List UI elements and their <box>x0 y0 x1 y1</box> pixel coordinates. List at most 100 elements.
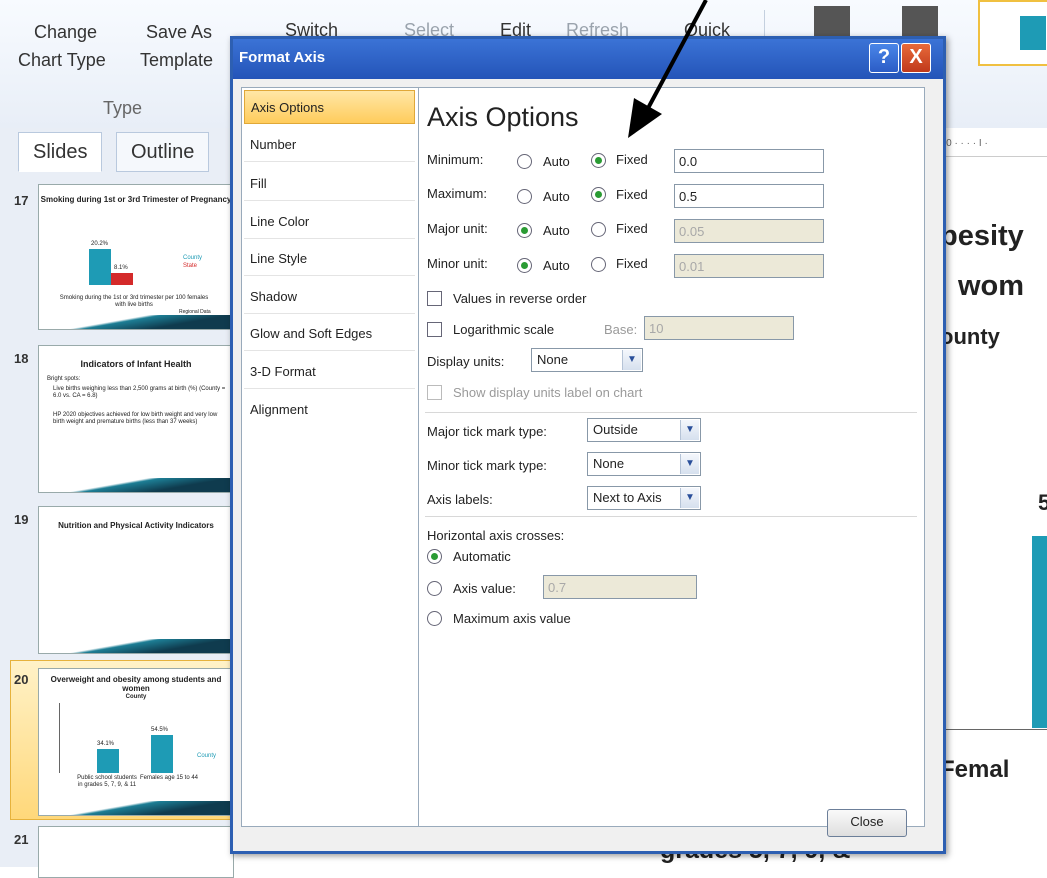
slide-subtitle: County <box>125 694 147 700</box>
chart-bar <box>89 249 111 285</box>
slide-bullet: HP 2020 objectives achieved for low birt… <box>53 412 218 425</box>
major-unit-fixed-radio[interactable] <box>591 222 606 237</box>
axis-labels-select[interactable]: Next to Axis ▼ <box>587 486 701 510</box>
chart-label-fragment: 5 <box>1038 490 1047 515</box>
chevron-down-icon: ▼ <box>680 454 699 474</box>
group-type-label: Type <box>103 98 143 118</box>
crosses-automatic-radio[interactable] <box>427 549 442 564</box>
slide-bullet: Live births weighing less than 2,500 gra… <box>53 386 226 399</box>
legend-state: State <box>183 263 198 269</box>
save-as-template-button[interactable]: Save As Template <box>126 22 226 72</box>
crosses-axis-value-label: Axis value: <box>453 581 516 596</box>
chart-bar <box>111 273 133 285</box>
major-unit-auto-label: Auto <box>543 223 570 238</box>
slide-title: Indicators of Infant Health <box>80 359 192 369</box>
slide-thumbnail-17[interactable]: Smoking during 1st or 3rd Trimester of P… <box>38 184 234 330</box>
major-tick-type-label: Major tick mark type: <box>427 424 547 439</box>
data-label: 54.5% <box>151 727 169 733</box>
values-reverse-order-label: Values in reverse order <box>453 291 587 306</box>
major-unit-auto-radio[interactable] <box>517 223 532 238</box>
major-tick-type-value: Outside <box>593 422 638 437</box>
major-unit-label: Major unit: <box>427 221 488 236</box>
minor-unit-fixed-label: Fixed <box>616 256 648 271</box>
maximum-fixed-radio[interactable] <box>591 187 606 202</box>
maximum-value-input[interactable]: 0.5 <box>674 184 824 208</box>
crosses-axis-value-radio[interactable] <box>427 581 442 596</box>
nav-3d-format[interactable]: 3-D Format <box>244 355 415 389</box>
maximum-auto-radio[interactable] <box>517 189 532 204</box>
minimum-value-input[interactable]: 0.0 <box>674 149 824 173</box>
major-tick-type-select[interactable]: Outside ▼ <box>587 418 701 442</box>
major-unit-fixed-label: Fixed <box>616 221 648 236</box>
dialog-titlebar[interactable]: Format Axis ? X <box>233 39 943 79</box>
maximum-auto-label: Auto <box>543 189 570 204</box>
data-label: 34.1% <box>97 741 115 747</box>
minimum-fixed-label: Fixed <box>616 152 648 167</box>
dialog-title: Format Axis <box>239 49 326 66</box>
nav-shadow[interactable]: Shadow <box>244 280 415 314</box>
maximum-label: Maximum: <box>427 186 487 201</box>
legend-county: County <box>183 255 203 261</box>
nav-line-style[interactable]: Line Style <box>244 242 415 276</box>
major-unit-value-input[interactable]: 0.05 <box>674 219 824 243</box>
logarithmic-scale-label: Logarithmic scale <box>453 322 555 337</box>
nav-axis-options[interactable]: Axis Options <box>244 90 415 124</box>
nav-glow-soft-edges[interactable]: Glow and Soft Edges <box>244 317 415 351</box>
slide-number-19: 19 <box>14 512 29 527</box>
slide-thumbnail-21[interactable] <box>38 826 234 878</box>
minimum-label: Minimum: <box>427 152 484 167</box>
crosses-automatic-label: Automatic <box>453 549 511 564</box>
format-axis-dialog: Format Axis ? X Axis Options Number Fill… <box>230 36 946 854</box>
nav-number[interactable]: Number <box>244 128 415 162</box>
help-button[interactable]: ? <box>869 43 899 73</box>
crosses-maximum-radio[interactable] <box>427 611 442 626</box>
chart-style-swatch-selected[interactable] <box>978 0 1047 66</box>
slide-thumbnail-20[interactable]: Overweight and obesity among students an… <box>38 668 234 816</box>
chart-style-swatch-bar <box>1020 16 1046 50</box>
chevron-down-icon: ▼ <box>622 350 641 370</box>
data-label: 8.1% <box>114 265 128 271</box>
minor-tick-type-select[interactable]: None ▼ <box>587 452 701 476</box>
slide-thumbnail-19[interactable]: Nutrition and Physical Activity Indicato… <box>38 506 234 654</box>
minor-tick-type-value: None <box>593 456 625 471</box>
panel-heading: Axis Options <box>427 102 579 132</box>
base-value-input[interactable]: 10 <box>644 316 794 340</box>
minor-unit-fixed-radio[interactable] <box>591 257 606 272</box>
tab-outline[interactable]: Outline <box>116 132 210 172</box>
chart-bar <box>151 735 173 773</box>
crosses-axis-value-input[interactable]: 0.7 <box>543 575 697 599</box>
close-icon[interactable]: X <box>901 43 931 73</box>
axis-options-panel: Axis Options Minimum: Auto Fixed 0.0 Max… <box>418 87 925 827</box>
data-label: 20.2% <box>91 241 109 247</box>
tab-slides[interactable]: Slides <box>18 132 103 172</box>
category-label-fragment: Femal <box>940 756 1010 783</box>
show-units-label-checkbox[interactable] <box>427 385 442 400</box>
nav-alignment[interactable]: Alignment <box>244 393 415 427</box>
slide-title: Nutrition and Physical Activity Indicato… <box>58 521 214 530</box>
template-label: Template <box>140 50 214 70</box>
change-chart-type-button[interactable]: Change Chart Type <box>18 22 126 72</box>
minimum-fixed-radio[interactable] <box>591 153 606 168</box>
display-units-select[interactable]: None ▼ <box>531 348 643 372</box>
chevron-down-icon: ▼ <box>680 488 699 508</box>
values-reverse-order-checkbox[interactable] <box>427 291 442 306</box>
section-divider <box>425 412 917 413</box>
minimum-auto-radio[interactable] <box>517 154 532 169</box>
slide-title: Overweight and obesity among students an… <box>50 675 222 693</box>
nav-fill[interactable]: Fill <box>244 167 415 201</box>
slide-title: Smoking during 1st or 3rd Trimester of P… <box>40 195 232 204</box>
slide-thumbnail-18[interactable]: Indicators of Infant Health Bright spots… <box>38 345 234 493</box>
minor-unit-value-input[interactable]: 0.01 <box>674 254 824 278</box>
show-units-label-text: Show display units label on chart <box>453 385 643 400</box>
display-units-label: Display units: <box>427 354 505 369</box>
minor-unit-auto-radio[interactable] <box>517 258 532 273</box>
axis-labels-value: Next to Axis <box>593 490 662 505</box>
close-button[interactable]: Close <box>827 809 907 837</box>
slide-swoosh <box>39 639 233 653</box>
logarithmic-scale-checkbox[interactable] <box>427 322 442 337</box>
ruler-line <box>940 156 1047 157</box>
nav-line-color[interactable]: Line Color <box>244 205 415 239</box>
change-label: Change <box>34 22 98 42</box>
category-label: Females age 15 to 44 <box>139 775 199 781</box>
legend-county: County <box>197 753 217 759</box>
